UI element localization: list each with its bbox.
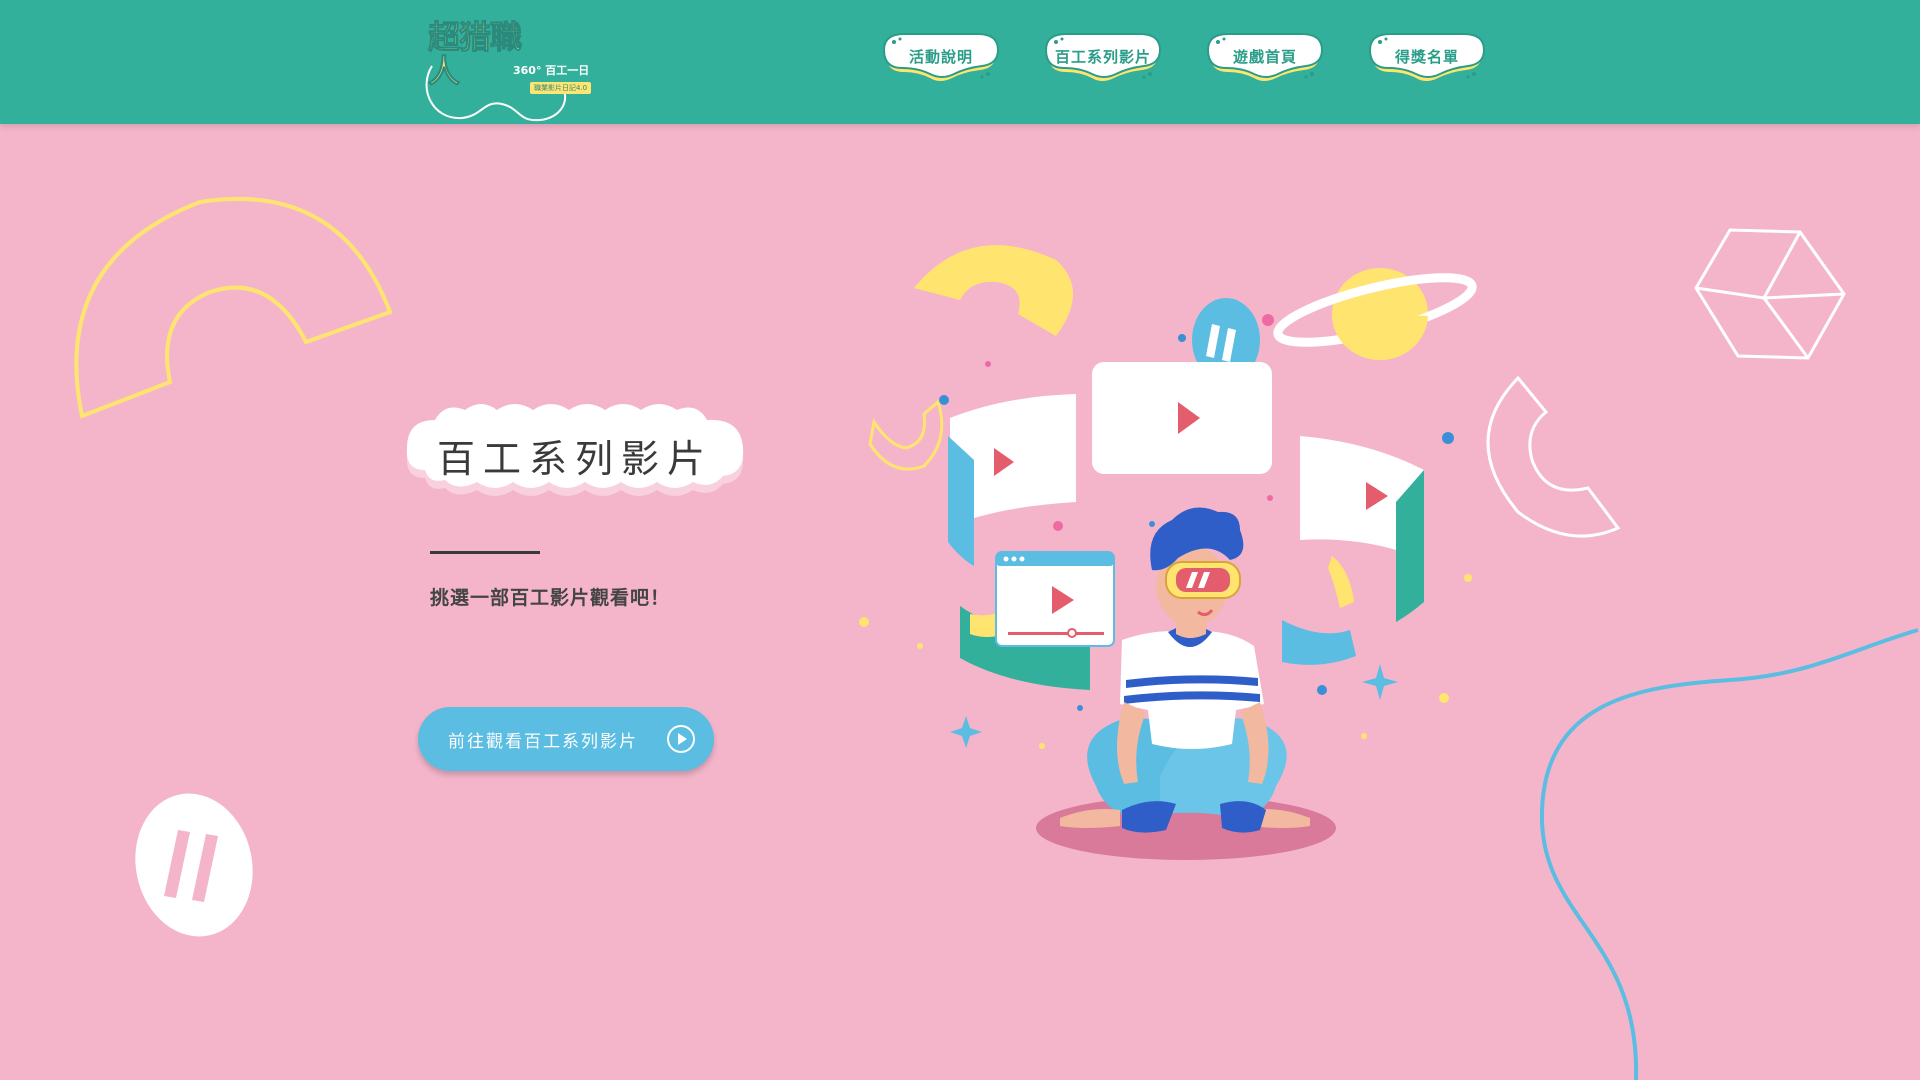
white-crescent-outline-decoration: [1486, 375, 1621, 538]
vr-viewer-illustration: [859, 245, 1477, 860]
play-circle-icon: [667, 725, 695, 753]
nav-item-game-home[interactable]: 遊戲首頁: [1204, 32, 1326, 88]
hero-title-cloud: 百工系列影片: [405, 404, 745, 504]
nav-item-videos[interactable]: 百工系列影片: [1042, 32, 1164, 88]
pause-oval-decoration: [135, 793, 253, 937]
nav-item-winners[interactable]: 得獎名單: [1366, 32, 1488, 88]
white-cube-outline-decoration: [1694, 228, 1846, 360]
main-nav: 活動說明 百工系列影片 遊戲首頁 得獎名單: [0, 32, 1920, 92]
cta-label: 前往觀看百工系列影片: [448, 732, 638, 752]
blue-wave-line-decoration: [1539, 628, 1919, 1080]
title-divider: [430, 551, 540, 554]
nav-label: 活動說明: [908, 48, 973, 66]
nav-item-about[interactable]: 活動說明: [880, 32, 1002, 88]
watch-videos-button[interactable]: 前往觀看百工系列影片: [418, 707, 714, 771]
yellow-arch-outline-decoration: [74, 196, 393, 419]
site-header: 超猎職人 360° 百工一日 職業影片日記4.0 活動說明 百工系列影片 遊戲首…: [0, 0, 1920, 124]
page-title: 百工系列影片: [436, 437, 713, 481]
nav-label: 得獎名單: [1394, 48, 1459, 66]
page-subtitle: 挑選一部百工影片觀看吧！: [430, 587, 671, 609]
nav-label: 遊戲首頁: [1232, 48, 1297, 66]
nav-label: 百工系列影片: [1054, 48, 1151, 66]
